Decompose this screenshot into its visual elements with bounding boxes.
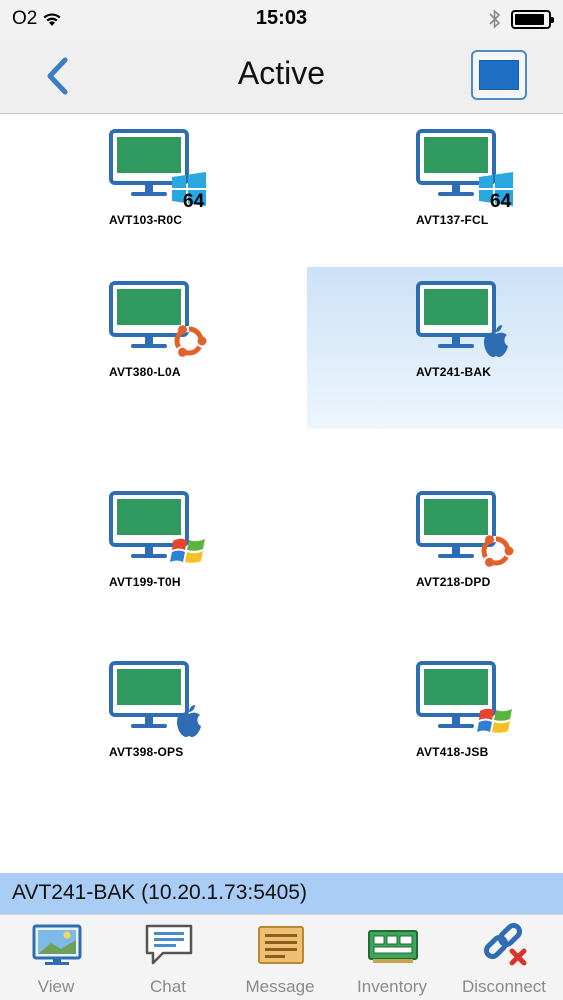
monitor-base [131, 344, 167, 348]
selected-device-info: AVT241-BAK (10.20.1.73:5405) [0, 873, 563, 914]
device-name: AVT103-R0C [109, 213, 183, 227]
device-grid: 64 AVT103-R0C 64 AVT137-FCL AVT380-L0A AVT241… [0, 115, 563, 873]
tab-inventory-label: Inventory [357, 977, 427, 996]
tab-chat-label: Chat [150, 977, 186, 996]
tab-disconnect[interactable]: Disconnect [448, 915, 563, 1000]
device-name: AVT218-DPD [416, 575, 491, 589]
device-tile[interactable]: AVT398-OPS [0, 647, 256, 809]
device-tile[interactable]: AVT199-T0H [0, 477, 256, 639]
windows-xp-logo-icon [477, 708, 512, 733]
monitor-screen [424, 499, 488, 535]
device-tile[interactable]: 64 AVT103-R0C [0, 115, 256, 277]
monitor-screen [117, 499, 181, 535]
monitor-screen [424, 669, 488, 705]
tab-inventory[interactable]: Inventory [336, 915, 448, 1000]
bluetooth-icon [489, 9, 501, 29]
os-badge [169, 321, 209, 366]
disconnect-icon [483, 923, 527, 966]
monitor-base [438, 554, 474, 558]
status-time: 15:03 [255, 7, 308, 29]
device-tile[interactable]: AVT418-JSB [307, 647, 563, 809]
device-tile[interactable]: AVT380-L0A [0, 267, 256, 429]
tab-chat[interactable]: Chat [112, 915, 224, 1000]
device-tile[interactable]: AVT218-DPD [307, 477, 563, 639]
tab-view[interactable]: View [0, 915, 112, 1000]
monitor-screen [424, 137, 488, 173]
monitor-view-icon [479, 60, 519, 90]
device-name: AVT199-T0H [109, 575, 181, 589]
monitor-base [438, 192, 474, 196]
os-badge [476, 531, 516, 576]
battery-fill [515, 13, 544, 25]
chat-icon [145, 924, 193, 965]
device-name: AVT380-L0A [109, 365, 181, 379]
nav-bar: Active [0, 38, 563, 114]
tab-bar: View Chat Message Inventory Disconnect [0, 914, 563, 1000]
windows-xp-logo-icon [170, 538, 205, 563]
message-icon [258, 926, 304, 964]
monitor-base [438, 724, 474, 728]
os-badge [476, 321, 516, 366]
inventory-icon [368, 930, 418, 963]
device-name: AVT398-OPS [109, 745, 184, 759]
monitor-screen [117, 669, 181, 705]
os-badge [169, 701, 209, 746]
bits-label: 64 [490, 191, 512, 212]
bits-label: 64 [183, 191, 205, 212]
apple-logo-icon [484, 325, 508, 357]
device-name: AVT418-JSB [416, 745, 489, 759]
tab-disconnect-label: Disconnect [461, 977, 547, 996]
os-badge [476, 701, 516, 746]
tab-message-label: Message [245, 977, 315, 996]
device-tile[interactable]: AVT241-BAK [307, 267, 563, 429]
status-bar: O2 15:03 [0, 0, 563, 38]
battery-icon [511, 9, 554, 29]
monitor-screen [117, 137, 181, 173]
device-tile[interactable]: 64 AVT137-FCL [307, 115, 563, 277]
ubuntu-logo-icon [481, 535, 514, 567]
status-right [489, 9, 554, 29]
device-name: AVT137-FCL [416, 213, 489, 227]
ubuntu-logo-icon [174, 325, 207, 357]
monitor-base [131, 724, 167, 728]
monitor-base [438, 344, 474, 348]
view-toggle-button[interactable] [471, 50, 527, 100]
monitor-base [131, 192, 167, 196]
device-name: AVT241-BAK [416, 365, 492, 379]
monitor-screen [424, 289, 488, 325]
apple-logo-icon [177, 705, 201, 737]
os-badge [169, 531, 209, 576]
monitor-base [131, 554, 167, 558]
monitor-screen [117, 289, 181, 325]
view-icon [32, 924, 82, 965]
tab-message[interactable]: Message [224, 915, 336, 1000]
tab-view-label: View [37, 977, 75, 996]
